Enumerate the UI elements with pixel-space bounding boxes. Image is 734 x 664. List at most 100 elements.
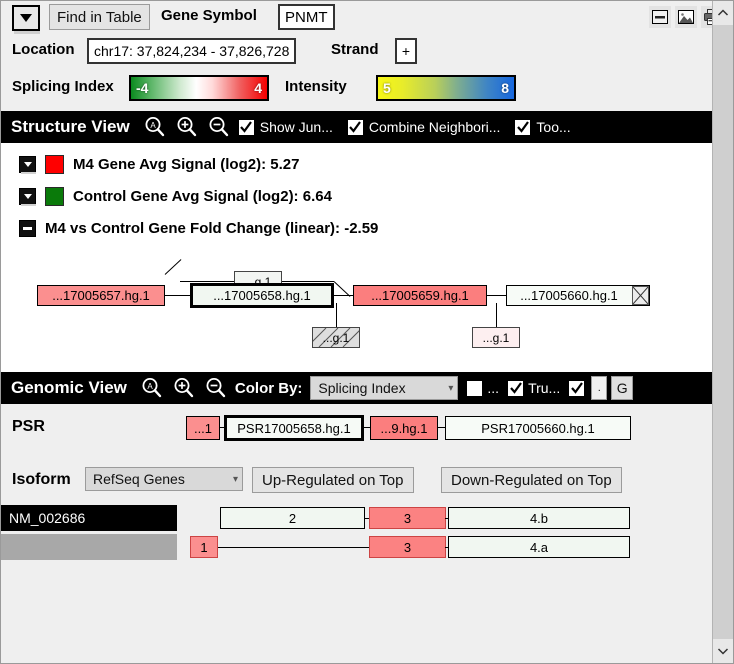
chevron-up-icon <box>717 9 729 16</box>
psr-box[interactable]: PSR17005658.hg.1 <box>224 415 364 441</box>
isoform-exon[interactable]: 4.b <box>448 507 630 529</box>
exon-box[interactable]: ...17005659.hg.1 <box>353 285 487 306</box>
junction-label: ...g.1 <box>482 330 510 345</box>
checkbox-show-junctions-label: Show Jun... <box>259 119 333 135</box>
chevron-down-icon: ▾ <box>232 473 238 485</box>
find-in-table-button[interactable]: Find in Table <box>49 4 150 30</box>
intensity-max: 8 <box>501 80 509 96</box>
isoform-exon[interactable]: 4.a <box>448 536 630 558</box>
exon-connector <box>165 295 191 296</box>
psr-box[interactable]: PSR17005660.hg.1 <box>445 416 631 440</box>
isoform-label: Isoform <box>12 471 71 488</box>
scroll-up-button[interactable] <box>713 1 733 25</box>
chevron-down-icon: ▾ <box>448 382 454 394</box>
splicing-index-label: Splicing Index <box>12 78 114 95</box>
checkbox-tooltip[interactable] <box>514 118 532 136</box>
checkbox-show-junctions[interactable] <box>237 118 255 136</box>
exon-box[interactable]: ...17005658.hg.1 <box>190 283 334 308</box>
color-by-value: Splicing Index <box>318 380 406 396</box>
junction-line <box>164 259 182 275</box>
junction-drop-line <box>496 303 497 327</box>
structure-view-body: M4 Gene Avg Signal (log2): 5.27 Control … <box>1 143 712 373</box>
crossed-box-icon[interactable] <box>632 286 649 305</box>
isoform-source-value: RefSeq Genes <box>93 471 185 487</box>
gene-symbol-label: Gene Symbol <box>161 7 257 24</box>
checkbox-truncate[interactable] <box>507 379 525 397</box>
isoform-exon[interactable]: 1 <box>190 536 218 558</box>
checkbox-tooltip-label: Too... <box>536 119 571 135</box>
isoform-exon-label: 2 <box>288 510 297 526</box>
junction-drop-line <box>336 303 337 327</box>
toolbar-row-location: Location chr17: 37,824,234 - 37,826,728 … <box>1 35 733 71</box>
top-control-panel: Find in Table Gene Symbol PNMT Location … <box>1 1 733 111</box>
checkbox-genomic-1[interactable] <box>466 379 484 397</box>
genomic-trailing-button[interactable]: G <box>611 376 634 400</box>
up-regulated-on-top-button[interactable]: Up-Regulated on Top <box>252 467 414 493</box>
isoform-area: Isoform RefSeq Genes ▾ Up-Regulated on T… <box>1 456 712 663</box>
exon-box[interactable]: ...17005660.hg.1 <box>506 285 650 306</box>
psr-label: PSR <box>12 418 45 435</box>
scroll-down-button[interactable] <box>713 639 733 663</box>
zoom-out-icon[interactable] <box>206 114 232 140</box>
checkbox-combine-neighboring[interactable] <box>346 118 364 136</box>
exon-box[interactable]: ...17005657.hg.1 <box>37 285 165 306</box>
down-regulated-on-top-button[interactable]: Down-Regulated on Top <box>441 467 622 493</box>
intensity-colorbar: 5 8 <box>376 75 516 101</box>
splicing-index-max: 4 <box>254 80 262 96</box>
gene-view-window: Find in Table Gene Symbol PNMT Location … <box>0 0 734 664</box>
psr-label-text: PSR17005658.hg.1 <box>237 420 351 436</box>
zoom-all-icon[interactable]: A <box>139 375 165 401</box>
junction-line <box>180 281 235 282</box>
checkbox-combine-neighboring-label: Combine Neighbori... <box>368 119 501 135</box>
isoform-connector <box>218 547 369 548</box>
checkbox-truncate-label: Tru... <box>528 380 561 396</box>
chevron-down-icon <box>20 14 32 22</box>
scroll-thumb[interactable] <box>713 25 733 639</box>
vertical-scrollbar[interactable] <box>712 1 733 663</box>
exon-label: ...17005659.hg.1 <box>371 288 469 303</box>
strand-label: Strand <box>331 41 379 58</box>
intensity-min: 5 <box>383 80 391 96</box>
svg-text:A: A <box>147 382 153 391</box>
zoom-in-icon[interactable] <box>174 114 200 140</box>
checkbox-genomic-1-label: ... <box>487 380 500 396</box>
exon-label: ...17005658.hg.1 <box>213 288 311 303</box>
genomic-small-field[interactable]: . <box>591 376 608 400</box>
structure-view-title: Structure View <box>11 117 130 136</box>
zoom-in-icon[interactable] <box>171 375 197 401</box>
isoform-exon-label: 4.b <box>529 510 549 526</box>
structure-view-toolbar: Structure View A Show Jun... Combine Nei… <box>1 111 712 143</box>
dropdown-button[interactable] <box>12 5 40 31</box>
gene-symbol-value[interactable]: PNMT <box>278 4 335 30</box>
isoform-exon-label: 4.a <box>529 539 549 555</box>
isoform-exon-label: 1 <box>200 539 208 555</box>
exon-connector <box>487 295 507 296</box>
color-by-select[interactable]: Splicing Index ▾ <box>310 376 459 400</box>
zoom-all-icon[interactable]: A <box>142 114 168 140</box>
zoom-out-icon[interactable] <box>203 375 229 401</box>
genomic-view-body: PSR ...1 PSR17005658.hg.1 ...9.hg.1 PSR1… <box>1 404 712 457</box>
svg-text:A: A <box>150 121 156 130</box>
chevron-down-icon <box>717 648 729 655</box>
isoform-exon[interactable]: 3 <box>369 536 446 558</box>
location-value[interactable]: chr17: 37,824,234 - 37,826,728 <box>87 38 297 64</box>
toolbar-row-legends: Splicing Index -4 4 Intensity 5 8 <box>1 73 733 107</box>
exon-label: ...17005657.hg.1 <box>52 288 150 303</box>
psr-box[interactable]: ...1 <box>186 416 220 440</box>
location-label: Location <box>12 41 75 58</box>
isoform-exon[interactable]: 3 <box>369 507 446 529</box>
intensity-label: Intensity <box>285 78 347 95</box>
junction-label: ...g.1 <box>322 330 350 345</box>
psr-label-text: ...1 <box>193 420 213 436</box>
isoform-source-select[interactable]: RefSeq Genes ▾ <box>85 467 243 491</box>
isoform-name <box>1 534 177 560</box>
image-export-button[interactable] <box>675 6 697 28</box>
minimize-button[interactable] <box>649 6 671 28</box>
checkbox-genomic-3[interactable] <box>568 379 586 397</box>
junction-box[interactable]: ...g.1 <box>472 327 520 348</box>
psr-box[interactable]: ...9.hg.1 <box>370 416 438 440</box>
isoform-exon[interactable]: 2 <box>220 507 365 529</box>
strand-value[interactable]: + <box>395 38 417 64</box>
junction-box-excluded[interactable]: ...g.1 <box>312 327 360 348</box>
dropdown-shadow <box>14 31 40 34</box>
